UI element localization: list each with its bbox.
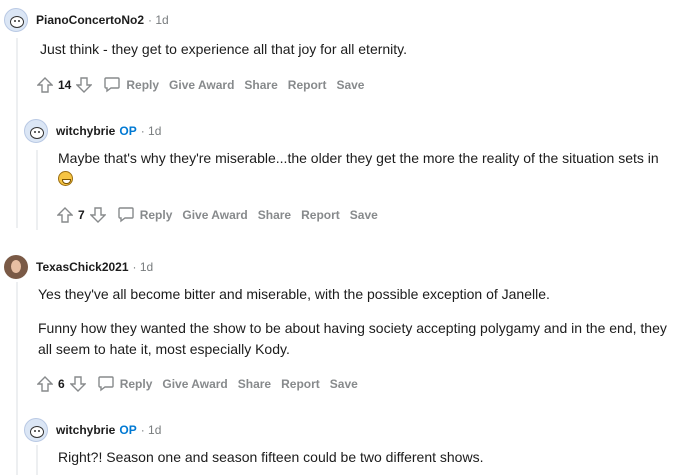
save-button[interactable]: Save xyxy=(336,78,364,92)
save-button[interactable]: Save xyxy=(330,377,358,391)
username[interactable]: witchybrie xyxy=(56,124,115,138)
upvote-icon[interactable] xyxy=(36,375,54,393)
op-badge: OP xyxy=(119,423,137,437)
comment-actions: 7 Reply Give Award Share Report Save xyxy=(56,203,676,227)
comment-actions: 6 Reply Give Award Share Report Save xyxy=(36,372,676,396)
downvote-icon[interactable] xyxy=(69,375,87,393)
give-award-button[interactable]: Give Award xyxy=(162,377,227,391)
comment-header: witchybrie OP · 1d xyxy=(24,418,676,442)
snoo-avatar[interactable] xyxy=(24,119,48,143)
username[interactable]: TexasChick2021 xyxy=(36,260,129,274)
report-button[interactable]: Report xyxy=(301,208,340,222)
comment-bubble-icon xyxy=(104,77,121,93)
comment-actions: 14 Reply Give Award Share Report Save xyxy=(36,73,674,97)
comment-text: Maybe that's why they're miserable...the… xyxy=(58,148,674,190)
comment-text-content: Maybe that's why they're miserable...the… xyxy=(58,150,659,166)
reply-button[interactable]: Reply xyxy=(97,375,153,393)
comment-bubble-icon xyxy=(117,207,134,223)
comment-age: · 1d xyxy=(140,124,162,138)
comment-age: · 1d xyxy=(148,13,169,27)
comment-text: Funny how they wanted the show to be abo… xyxy=(38,320,667,357)
comment-age: · 1d xyxy=(132,260,154,274)
reply-label: Reply xyxy=(119,377,153,391)
downvote-icon[interactable] xyxy=(75,76,93,94)
photo-avatar[interactable] xyxy=(4,255,28,279)
reply-label: Reply xyxy=(126,78,160,92)
comment: witchybrie OP · 1d Maybe that's why they… xyxy=(24,119,676,227)
share-button[interactable]: Share xyxy=(258,208,291,222)
reply-button[interactable]: Reply xyxy=(117,206,173,224)
comment-header: witchybrie OP · 1d xyxy=(24,119,676,143)
username[interactable]: PianoConcertoNo2 xyxy=(36,13,144,27)
save-button[interactable]: Save xyxy=(350,208,378,222)
report-button[interactable]: Report xyxy=(281,377,320,391)
give-award-button[interactable]: Give Award xyxy=(182,208,247,222)
comment-header: PianoConcertoNo2 · 1d xyxy=(4,8,674,32)
comment: TexasChick2021 · 1d Yes they've all beco… xyxy=(4,255,676,396)
vote-score: 6 xyxy=(58,377,65,391)
username[interactable]: witchybrie xyxy=(56,423,115,437)
upvote-icon[interactable] xyxy=(36,76,54,94)
upvote-icon[interactable] xyxy=(56,206,74,224)
comment: PianoConcertoNo2 · 1d Just think - they … xyxy=(4,8,674,97)
grinning-sweat-emoji xyxy=(58,171,73,186)
comment: witchybrie OP · 1d Right?! Season one an… xyxy=(24,418,676,468)
reply-button[interactable]: Reply xyxy=(103,76,159,94)
comment-text: Yes they've all become bitter and misera… xyxy=(38,286,550,302)
comment-header: TexasChick2021 · 1d xyxy=(4,255,676,279)
downvote-icon[interactable] xyxy=(89,206,107,224)
comment-text: Just think - they get to experience all … xyxy=(40,41,408,57)
reply-label: Reply xyxy=(139,208,173,222)
snoo-avatar[interactable] xyxy=(24,418,48,442)
vote-score: 7 xyxy=(78,208,85,222)
give-award-button[interactable]: Give Award xyxy=(169,78,234,92)
comment-bubble-icon xyxy=(97,376,114,392)
op-badge: OP xyxy=(119,124,137,138)
comment-text: Right?! Season one and season fifteen co… xyxy=(58,449,484,465)
vote-score: 14 xyxy=(58,78,72,92)
comment-age: · 1d xyxy=(140,423,162,437)
report-button[interactable]: Report xyxy=(288,78,327,92)
snoo-avatar[interactable] xyxy=(4,8,28,32)
share-button[interactable]: Share xyxy=(238,377,271,391)
share-button[interactable]: Share xyxy=(244,78,277,92)
